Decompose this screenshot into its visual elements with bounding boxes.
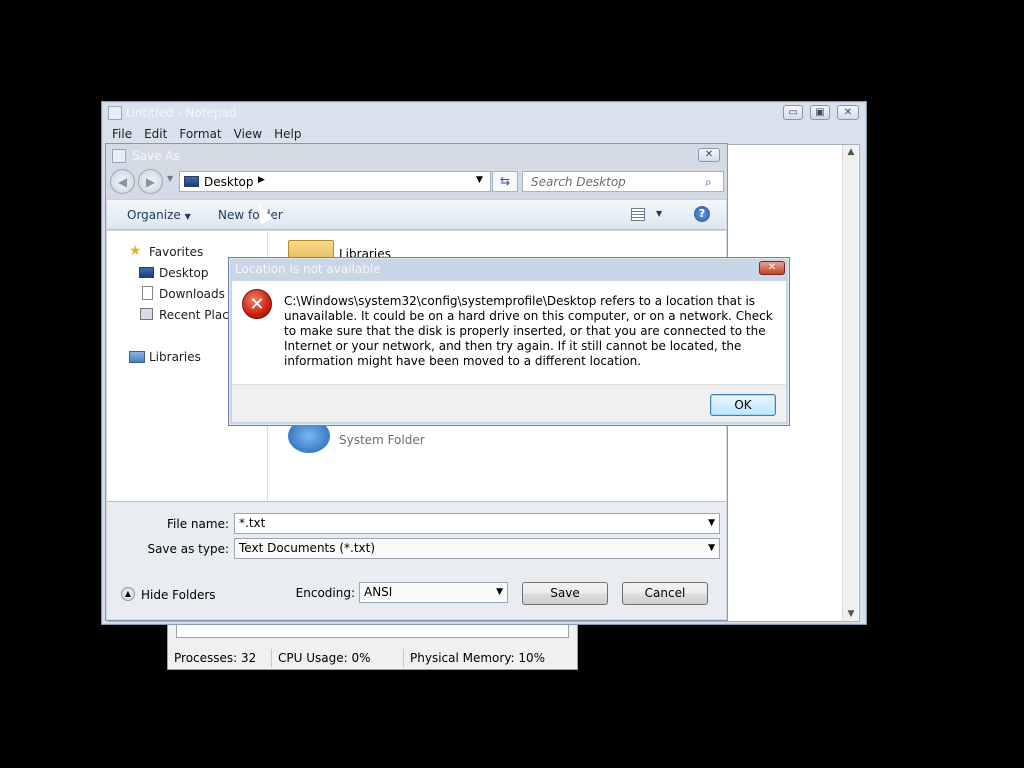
new-folder-button[interactable]: New folder — [218, 208, 283, 222]
organize-label: Organize — [127, 208, 181, 222]
favorites-star-icon: ★ — [129, 243, 142, 259]
nav-downloads[interactable]: Downloads — [159, 287, 225, 301]
menu-help[interactable]: Help — [274, 127, 301, 141]
save-as-type-value: Text Documents (*.txt) — [239, 541, 376, 555]
desktop-icon — [184, 176, 199, 187]
notepad-menubar: File Edit Format View Help — [102, 124, 866, 143]
recent-places-icon — [140, 308, 153, 320]
save-as-close-button[interactable]: ✕ — [698, 148, 720, 162]
ok-button[interactable]: OK — [710, 394, 776, 416]
cancel-button[interactable]: Cancel — [622, 582, 708, 605]
views-dropdown-icon[interactable]: ▼ — [656, 209, 662, 218]
search-placeholder: Search Desktop — [531, 175, 626, 189]
encoding-select[interactable]: ANSI ▼ — [359, 582, 508, 603]
file-name-value: *.txt — [239, 516, 266, 530]
hide-folders-button[interactable]: Hide Folders — [141, 588, 216, 602]
command-bar: Organize ▼ New folder ▼ ? — [107, 199, 726, 230]
error-dialog-footer: OK — [232, 384, 786, 422]
save-as-type-select[interactable]: Text Documents (*.txt) ▼ — [234, 538, 720, 559]
organize-button[interactable]: Organize ▼ — [127, 208, 191, 222]
breadcrumb-arrow-icon[interactable]: ▶ — [258, 175, 265, 185]
task-manager-list — [176, 623, 569, 638]
recent-pages-chevron-icon[interactable]: ▼ — [167, 174, 173, 183]
views-icon[interactable] — [631, 208, 645, 221]
encoding-value: ANSI — [364, 585, 393, 599]
error-message: C:\Windows\system32\config\systemprofile… — [284, 294, 773, 368]
menu-file[interactable]: File — [112, 127, 132, 141]
error-icon: ✕ — [242, 289, 272, 319]
file-name-label: File name: — [167, 517, 229, 531]
nav-desktop[interactable]: Desktop — [159, 266, 209, 280]
task-manager-statusbar: Processes: 32 CPU Usage: 0% Physical Mem… — [168, 647, 577, 669]
save-as-type-label: Save as type: — [147, 542, 229, 556]
back-button[interactable]: ◀ — [110, 169, 135, 194]
menu-format[interactable]: Format — [179, 127, 221, 141]
search-box[interactable]: Search Desktop ⌕ — [522, 171, 724, 192]
help-button[interactable]: ? — [694, 206, 710, 222]
forward-button[interactable]: ▶ — [138, 169, 163, 194]
save-options-panel: File name: *.txt ▼ Save as type: Text Do… — [107, 501, 726, 619]
libraries-icon — [129, 351, 145, 363]
address-dropdown-icon[interactable]: ▼ — [476, 175, 483, 185]
menu-edit[interactable]: Edit — [144, 127, 167, 141]
save-button[interactable]: Save — [522, 582, 608, 605]
menu-view[interactable]: View — [234, 127, 262, 141]
scroll-down-icon[interactable]: ▼ — [843, 609, 859, 619]
hide-folders-icon[interactable]: ▲ — [121, 587, 135, 601]
refresh-button[interactable]: ⇆ — [492, 171, 518, 192]
file-name-dropdown-icon[interactable]: ▼ — [708, 514, 715, 533]
close-button[interactable]: ✕ — [837, 105, 859, 120]
notepad-title: Untitled - Notepad — [126, 106, 237, 120]
encoding-label: Encoding: — [295, 586, 355, 600]
desktop-icon — [139, 267, 154, 278]
file-name-input[interactable]: *.txt ▼ — [234, 513, 720, 534]
encoding-dropdown-icon[interactable]: ▼ — [496, 583, 503, 602]
downloads-icon — [142, 286, 153, 300]
task-manager-window: Processes: 32 CPU Usage: 0% Physical Mem… — [167, 622, 578, 670]
scroll-up-icon[interactable]: ▲ — [843, 147, 859, 157]
memory-status: Physical Memory: 10% — [410, 651, 546, 665]
nav-libraries[interactable]: Libraries — [149, 350, 201, 364]
system-folder-label: System Folder — [339, 433, 425, 447]
organize-dropdown-icon: ▼ — [184, 212, 191, 221]
save-as-title: Save As — [132, 149, 180, 163]
nav-favorites[interactable]: Favorites — [149, 245, 203, 259]
search-icon[interactable]: ⌕ — [705, 175, 712, 190]
error-dialog-title: Location is not available — [235, 262, 381, 276]
save-as-type-dropdown-icon[interactable]: ▼ — [708, 539, 715, 558]
address-text[interactable]: Desktop — [204, 174, 254, 190]
location-error-dialog: Location is not available ✕ ✕ C:\Windows… — [228, 257, 790, 426]
cpu-status: CPU Usage: 0% — [272, 649, 404, 667]
minimize-button[interactable]: ▭ — [783, 105, 803, 120]
processes-status: Processes: 32 — [168, 649, 272, 667]
error-dialog-close-button[interactable]: ✕ — [759, 261, 785, 275]
address-bar[interactable]: Desktop ▶ ▼ — [179, 171, 491, 192]
maximize-button[interactable]: ▣ — [810, 105, 830, 120]
vertical-scrollbar[interactable]: ▲ ▼ — [842, 145, 858, 621]
error-dialog-body: ✕ C:\Windows\system32\config\systemprofi… — [232, 281, 786, 384]
